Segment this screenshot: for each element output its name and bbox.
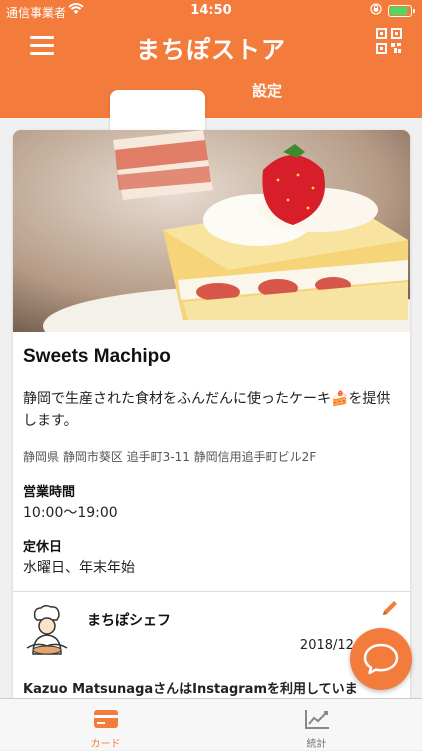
shop-card: Sweets Machipo 静岡で生産された食材をふんだんに使ったケーキ🍰を提…: [13, 130, 410, 698]
cake-photo: [13, 130, 410, 332]
chef-avatar: [23, 604, 71, 656]
tab-settings[interactable]: 設定: [222, 78, 312, 118]
shop-description: 静岡で生産された食材をふんだんに使ったケーキ🍰を提供します。: [23, 388, 400, 432]
main-content[interactable]: Sweets Machipo 静岡で生産された食材をふんだんに使ったケーキ🍰を提…: [0, 118, 422, 698]
holidays-label: 定休日: [23, 536, 400, 555]
tab-settings-label: 設定: [252, 82, 282, 100]
qr-code-icon[interactable]: [376, 28, 402, 54]
bottom-nav: カード 統計: [0, 698, 422, 750]
bottom-tab-stats-label: 統計: [211, 735, 422, 750]
shop-info: Sweets Machipo 静岡で生産された食材をふんだんに使ったケーキ🍰を提…: [13, 332, 410, 577]
app-header: まちぽストア カード 設定: [0, 22, 422, 118]
chat-bubble-icon[interactable]: [350, 628, 412, 690]
holidays-value: 水曜日、年末年始: [23, 557, 400, 577]
battery-icon: [388, 5, 412, 17]
post-excerpt: Kazuo MatsunagaさんはInstagramを利用していま: [23, 678, 358, 697]
shop-name: Sweets Machipo: [23, 346, 400, 368]
edit-pencil-icon[interactable]: [380, 598, 400, 618]
status-bar: 通信事業者 14:50: [0, 0, 422, 22]
clock: 14:50: [0, 3, 422, 18]
bottom-tab-card-label: カード: [0, 735, 211, 750]
rotation-lock-icon: [370, 3, 382, 18]
post-author: まちぽシェフ: [87, 610, 171, 630]
chart-icon: [303, 707, 331, 731]
bottom-tab-card[interactable]: カード: [0, 699, 211, 751]
card-icon: [92, 707, 120, 731]
top-tabs: カード 設定: [0, 78, 422, 118]
tab-card-label: カード: [135, 94, 180, 112]
hours-label: 営業時間: [23, 481, 400, 500]
shop-address[interactable]: 静岡県 静岡市葵区 追手町3-11 静岡信用追手町ビル2F: [23, 448, 400, 465]
bottom-tab-stats[interactable]: 統計: [211, 699, 422, 751]
hours-value: 10:00〜19:00: [23, 502, 400, 522]
post-item[interactable]: まちぽシェフ 2018/12/12(水) Kazuo MatsunagaさんはI…: [13, 592, 410, 698]
app-title: まちぽストア: [0, 30, 422, 65]
